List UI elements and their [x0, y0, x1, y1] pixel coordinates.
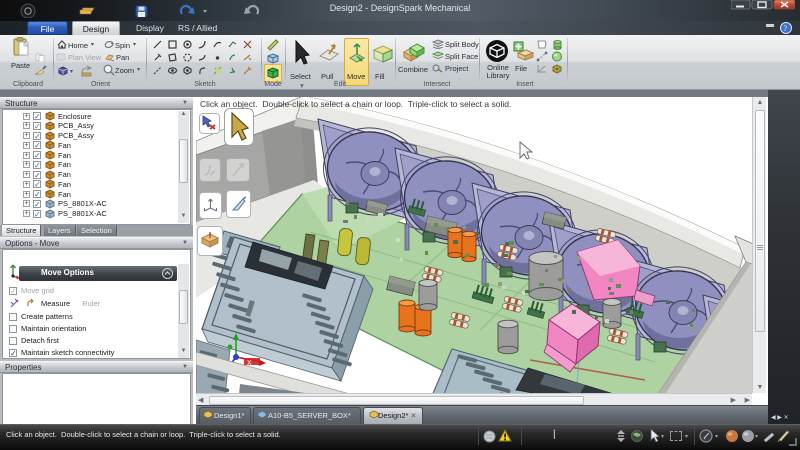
svg-text:?: ?	[784, 24, 788, 33]
